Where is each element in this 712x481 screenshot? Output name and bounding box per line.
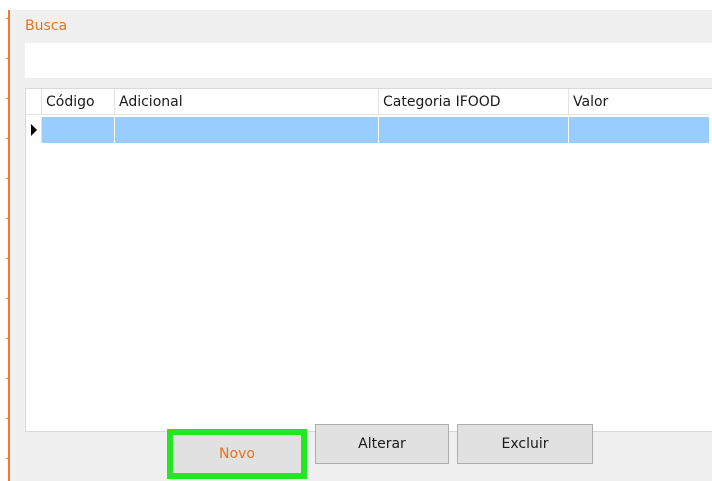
table-row[interactable] [26,117,710,143]
form-panel: Busca Código Adicional Categoria IFOOD V… [6,10,712,481]
border-tick [6,258,10,259]
border-tick [6,58,10,59]
current-row-arrow-icon [26,117,42,143]
cell-valor[interactable] [569,117,710,143]
border-tick [6,138,10,139]
column-header-categoria[interactable]: Categoria IFOOD [379,89,569,115]
header-corner [26,89,42,115]
additionals-grid[interactable]: Código Adicional Categoria IFOOD Valor [25,88,712,432]
border-tick [6,178,10,179]
cell-categoria[interactable] [379,117,569,143]
alterar-button[interactable]: Alterar [315,424,449,464]
cell-codigo[interactable] [42,117,115,143]
cell-adicional[interactable] [115,117,379,143]
column-header-valor[interactable]: Valor [569,89,710,115]
search-label: Busca [25,18,68,34]
column-header-codigo[interactable]: Código [42,89,115,115]
column-header-adicional[interactable]: Adicional [115,89,379,115]
border-tick [6,218,10,219]
novo-button[interactable]: Novo [167,429,307,479]
border-tick [6,378,10,379]
excluir-button[interactable]: Excluir [457,424,593,464]
border-tick [6,18,10,19]
border-tick [6,98,10,99]
border-tick [6,458,10,459]
border-tick [6,298,10,299]
grid-header: Código Adicional Categoria IFOOD Valor [26,89,710,115]
border-tick [6,418,10,419]
search-input[interactable] [25,43,712,78]
border-tick [6,338,10,339]
